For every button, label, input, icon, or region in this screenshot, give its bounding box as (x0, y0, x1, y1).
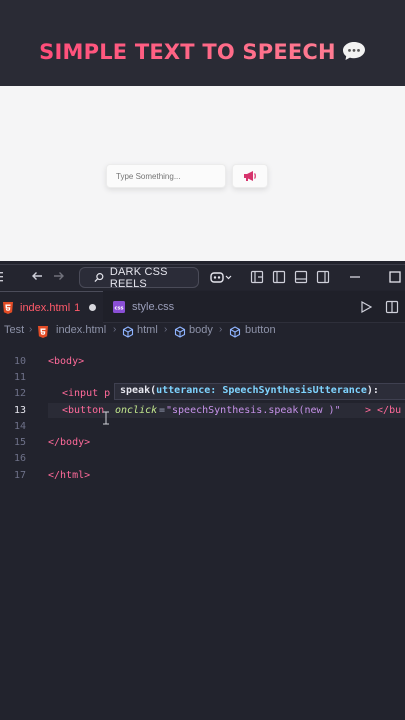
problem-count-badge: 1 (74, 301, 81, 314)
breadcrumb: Test › index.html › html › body › button (0, 323, 405, 341)
breadcrumb-html[interactable]: html (137, 324, 158, 336)
screen: SIMPLE TEXT TO SPEECH DARK CSS REELS ind… (0, 0, 405, 720)
html5-icon (3, 301, 13, 314)
code-line: </html> (48, 470, 91, 481)
breadcrumb-button[interactable]: button (245, 324, 276, 336)
tab-label: style.css (132, 301, 175, 313)
line-number: 11 (14, 372, 27, 383)
breadcrumb-body[interactable]: body (189, 324, 213, 336)
tab-label: index.html (20, 301, 71, 314)
command-center-search[interactable]: DARK CSS REELS (79, 265, 199, 290)
toggle-panel-icon[interactable] (294, 270, 308, 284)
symbol-element-icon (229, 326, 241, 338)
code-token-tail: > </bu (365, 405, 402, 416)
run-icon[interactable] (360, 301, 372, 313)
text-input[interactable] (106, 164, 226, 188)
line-number: 14 (14, 421, 27, 432)
symbol-element-icon (122, 326, 134, 338)
megaphone-icon (244, 171, 256, 181)
speak-button[interactable] (232, 164, 268, 188)
editor-tabs: index.html 1 css style.css (0, 291, 405, 323)
chevron-right-icon: › (164, 324, 168, 335)
breadcrumb-folder[interactable]: Test (4, 324, 24, 336)
chevron-right-icon: › (219, 324, 223, 335)
unsaved-dot-icon[interactable] (89, 304, 97, 311)
line-number: 17 (14, 470, 27, 481)
toggle-sidebar-icon[interactable] (272, 270, 286, 284)
forward-arrow-icon[interactable] (52, 269, 66, 283)
line-number: 16 (14, 453, 27, 464)
code-line: <input p (62, 388, 111, 399)
code-token-attribute: onclick (115, 405, 158, 416)
line-number: 15 (14, 437, 27, 448)
code-token-equals: = (159, 405, 166, 416)
back-arrow-icon[interactable] (30, 269, 44, 283)
video-banner: SIMPLE TEXT TO SPEECH (0, 0, 405, 86)
banner-title-text: SIMPLE TEXT TO SPEECH (39, 40, 336, 64)
svg-text:css: css (115, 306, 124, 312)
css-file-icon: css (113, 301, 125, 313)
hint-close: ): (366, 385, 379, 396)
breadcrumb-file[interactable]: index.html (56, 324, 106, 336)
maximize-icon[interactable] (388, 270, 402, 284)
line-number: 13 (14, 405, 27, 416)
command-center-label: DARK CSS REELS (109, 265, 168, 290)
banner-title: SIMPLE TEXT TO SPEECH (0, 40, 405, 64)
symbol-element-icon (174, 326, 186, 338)
code-token-string: "speechSynthesis.speak(new )" (166, 405, 341, 416)
html5-icon (38, 326, 48, 338)
toggle-secondary-sidebar-icon[interactable] (316, 270, 330, 284)
code-token-tag: <button (62, 405, 105, 416)
parameter-hint-tooltip: speak(utterance: SpeechSynthesisUtteranc… (114, 383, 405, 400)
code-line: <body> (48, 356, 85, 367)
browser-preview (0, 86, 405, 261)
minimize-icon[interactable] (348, 270, 362, 284)
chevron-right-icon: › (113, 324, 117, 335)
line-number: 12 (14, 388, 27, 399)
speech-bubble-icon (342, 42, 365, 60)
code-editor[interactable]: 10 11 12 13 14 15 16 17 <body> <input p … (0, 341, 405, 720)
text-cursor-icon (103, 411, 109, 425)
line-number: 10 (14, 356, 27, 367)
tab-style-css[interactable]: css style.css (103, 291, 197, 323)
copilot-icon[interactable] (210, 270, 232, 284)
hint-function: speak( (120, 385, 157, 396)
search-icon (94, 273, 104, 282)
split-editor-icon[interactable] (385, 300, 399, 314)
code-line: </body> (48, 437, 91, 448)
menu-icon[interactable] (0, 271, 4, 283)
tab-index-html[interactable]: index.html 1 (0, 291, 103, 323)
editor-titlebar: DARK CSS REELS (0, 264, 405, 290)
layout-icon[interactable] (250, 270, 264, 284)
chevron-right-icon: › (29, 324, 33, 335)
hint-parameter: utterance: SpeechSynthesisUtterance (156, 385, 367, 396)
